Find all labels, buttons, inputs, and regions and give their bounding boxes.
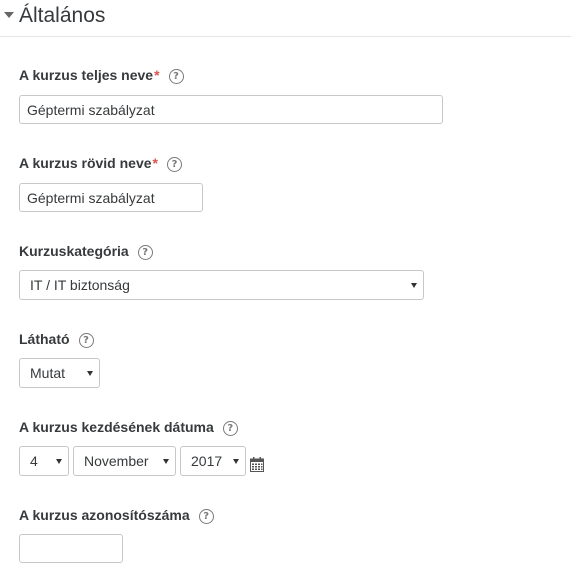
category-selected-value: IT / IT biztonság [30,277,130,293]
idnumber-label-text: A kurzus azonosítószáma [19,507,190,523]
visible-label-text: Látható [19,331,70,347]
category-label-text: Kurzuskategória [19,243,129,259]
shortname-label-text: A kurzus rövid neve [19,155,152,171]
year-selected-value: 2017 [191,453,223,469]
idnumber-input[interactable] [19,534,123,563]
question-circle-icon[interactable]: ? [78,333,94,348]
question-circle-icon[interactable]: ? [166,157,182,172]
startdate-day-select[interactable]: 4 [19,446,69,476]
required-mark: * [152,155,158,171]
fullname-input[interactable] [19,95,443,124]
section-title[interactable]: Általános [19,3,105,29]
chevron-down-icon [87,371,93,376]
startdate-label-text: A kurzus kezdésének dátuma [19,419,214,435]
question-circle-icon[interactable]: ? [198,509,214,524]
calendar-icon[interactable] [250,457,264,472]
day-selected-value: 4 [30,453,38,469]
startdate-month-select[interactable]: November [73,446,176,476]
chevron-down-icon [233,459,239,464]
question-circle-icon[interactable]: ? [137,245,153,260]
visible-label: Látható? [19,330,94,348]
chevron-down-icon [56,459,62,464]
fullname-label-text: A kurzus teljes neve [19,67,154,83]
category-select[interactable]: IT / IT biztonság [19,270,424,300]
section-header-general[interactable]: Általános [0,0,571,37]
required-mark: * [154,67,160,83]
visible-selected-value: Mutat [30,365,66,381]
category-label: Kurzuskategória? [19,242,153,260]
startdate-year-select[interactable]: 2017 [180,446,246,476]
chevron-down-icon [411,283,417,288]
fullname-label: A kurzus teljes neve*? [19,66,184,84]
visible-select[interactable]: Mutat [19,358,100,388]
shortname-label: A kurzus rövid neve*? [19,154,182,172]
triangle-down-icon[interactable] [4,12,14,18]
startdate-label: A kurzus kezdésének dátuma? [19,418,238,436]
idnumber-label: A kurzus azonosítószáma? [19,506,214,524]
question-circle-icon[interactable]: ? [168,69,184,84]
question-circle-icon[interactable]: ? [222,421,238,436]
shortname-input[interactable] [19,183,203,212]
month-selected-value: November [84,453,149,469]
chevron-down-icon [163,459,169,464]
